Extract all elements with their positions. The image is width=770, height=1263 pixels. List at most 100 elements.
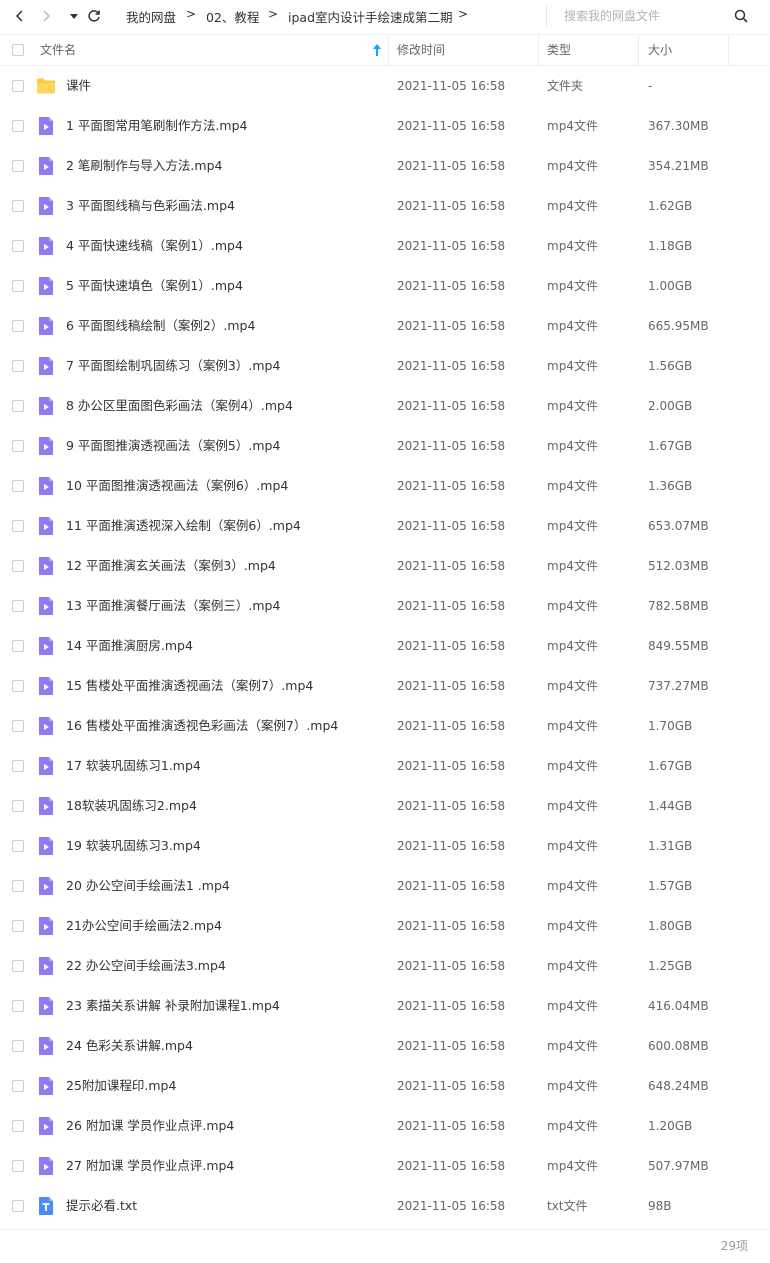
file-name[interactable]: 5 平面快速填色（案例1）.mp4 [66, 266, 243, 306]
file-row[interactable]: 13 平面推演餐厅画法（案例三）.mp4 2021-11-05 16:58 mp4文… [0, 586, 770, 626]
row-checkbox[interactable] [12, 960, 24, 972]
file-name[interactable]: 8 办公区里面图色彩画法（案例4）.mp4 [66, 386, 293, 426]
file-name[interactable]: 15 售楼处平面推演透视画法（案例7）.mp4 [66, 666, 313, 706]
search-button[interactable] [731, 6, 751, 26]
row-checkbox[interactable] [12, 320, 24, 332]
file-row[interactable]: 20 办公空间手绘画法1 .mp4 2021-11-05 16:58 mp4文件 1.… [0, 866, 770, 906]
file-name[interactable]: 6 平面图线稿绘制（案例2）.mp4 [66, 306, 255, 346]
file-name[interactable]: 21办公空间手绘画法2.mp4 [66, 906, 222, 946]
row-checkbox[interactable] [12, 240, 24, 252]
back-button[interactable] [10, 6, 30, 26]
file-name[interactable]: 20 办公空间手绘画法1 .mp4 [66, 866, 230, 906]
row-checkbox[interactable] [12, 440, 24, 452]
file-name[interactable]: 19 软装巩固练习3.mp4 [66, 826, 201, 866]
file-row[interactable]: 2 笔刷制作与导入方法.mp4 2021-11-05 16:58 mp4文件 354.… [0, 146, 770, 186]
file-row[interactable]: 25附加课程印.mp4 2021-11-05 16:58 mp4文件 648.24MB [0, 1066, 770, 1106]
row-checkbox[interactable] [12, 840, 24, 852]
file-row[interactable]: 3 平面图线稿与色彩画法.mp4 2021-11-05 16:58 mp4文件 1.6… [0, 186, 770, 226]
file-name[interactable]: 3 平面图线稿与色彩画法.mp4 [66, 186, 235, 226]
row-checkbox[interactable] [12, 1040, 24, 1052]
file-row[interactable]: 18软装巩固练习2.mp4 2021-11-05 16:58 mp4文件 1.44GB [0, 786, 770, 826]
file-row[interactable]: 课件 2021-11-05 16:58 文件夹 - [0, 66, 770, 106]
sort-ascending-icon[interactable] [371, 43, 383, 57]
file-row[interactable]: 27 附加课 学员作业点评.mp4 2021-11-05 16:58 mp4文件 50… [0, 1146, 770, 1186]
file-row[interactable]: 7 平面图绘制巩固练习（案例3）.mp4 2021-11-05 16:58 mp4文… [0, 346, 770, 386]
file-name[interactable]: 9 平面图推演透视画法（案例5）.mp4 [66, 426, 280, 466]
file-row[interactable]: 8 办公区里面图色彩画法（案例4）.mp4 2021-11-05 16:58 mp4… [0, 386, 770, 426]
breadcrumb-my-drive[interactable]: 我的网盘 [126, 7, 176, 26]
row-checkbox[interactable] [12, 920, 24, 932]
row-checkbox[interactable] [12, 760, 24, 772]
column-header-name[interactable]: 文件名 [40, 35, 76, 65]
file-row[interactable]: 12 平面推演玄关画法（案例3）.mp4 2021-11-05 16:58 mp4文… [0, 546, 770, 586]
file-name[interactable]: 17 软装巩固练习1.mp4 [66, 746, 201, 786]
file-name[interactable]: 1 平面图常用笔刷制作方法.mp4 [66, 106, 247, 146]
file-name[interactable]: 10 平面图推演透视画法（案例6）.mp4 [66, 466, 288, 506]
row-checkbox[interactable] [12, 600, 24, 612]
row-checkbox[interactable] [12, 1080, 24, 1092]
file-name[interactable]: 16 售楼处平面推演透视色彩画法（案例7）.mp4 [66, 706, 338, 746]
row-checkbox[interactable] [12, 640, 24, 652]
history-dropdown-button[interactable] [64, 6, 84, 26]
column-header-size[interactable]: 大小 [648, 35, 672, 65]
column-header-type[interactable]: 类型 [547, 35, 571, 65]
file-row[interactable]: 4 平面快速线稿（案例1）.mp4 2021-11-05 16:58 mp4文件 1.… [0, 226, 770, 266]
file-name[interactable]: 12 平面推演玄关画法（案例3）.mp4 [66, 546, 276, 586]
column-header-modified[interactable]: 修改时间 [397, 35, 445, 65]
file-row[interactable]: 22 办公空间手绘画法3.mp4 2021-11-05 16:58 mp4文件 1.2… [0, 946, 770, 986]
file-name[interactable]: 13 平面推演餐厅画法（案例三）.mp4 [66, 586, 280, 626]
file-name[interactable]: 2 笔刷制作与导入方法.mp4 [66, 146, 222, 186]
row-checkbox[interactable] [12, 480, 24, 492]
row-checkbox[interactable] [12, 120, 24, 132]
breadcrumb-tutorials[interactable]: 02、教程 [206, 7, 259, 26]
row-checkbox[interactable] [12, 1000, 24, 1012]
file-row[interactable]: 26 附加课 学员作业点评.mp4 2021-11-05 16:58 mp4文件 1.… [0, 1106, 770, 1146]
file-row[interactable]: 16 售楼处平面推演透视色彩画法（案例7）.mp4 2021-11-05 16:5… [0, 706, 770, 746]
file-name[interactable]: 27 附加课 学员作业点评.mp4 [66, 1146, 234, 1186]
file-row[interactable]: 9 平面图推演透视画法（案例5）.mp4 2021-11-05 16:58 mp4文… [0, 426, 770, 466]
file-name[interactable]: 4 平面快速线稿（案例1）.mp4 [66, 226, 243, 266]
file-row[interactable]: 15 售楼处平面推演透视画法（案例7）.mp4 2021-11-05 16:58 m… [0, 666, 770, 706]
file-name[interactable]: 23 素描关系讲解 补录附加课程1.mp4 [66, 986, 280, 1026]
file-name[interactable]: 14 平面推演厨房.mp4 [66, 626, 193, 666]
file-row[interactable]: 1 平面图常用笔刷制作方法.mp4 2021-11-05 16:58 mp4文件 36… [0, 106, 770, 146]
file-name[interactable]: 26 附加课 学员作业点评.mp4 [66, 1106, 234, 1146]
row-checkbox[interactable] [12, 200, 24, 212]
select-all-checkbox[interactable] [12, 44, 24, 56]
row-checkbox[interactable] [12, 280, 24, 292]
row-checkbox[interactable] [12, 1160, 24, 1172]
row-checkbox[interactable] [12, 520, 24, 532]
row-checkbox[interactable] [12, 1200, 24, 1212]
file-row[interactable]: 21办公空间手绘画法2.mp4 2021-11-05 16:58 mp4文件 1.80… [0, 906, 770, 946]
breadcrumb-current-folder[interactable]: ipad室内设计手绘速成第二期 [288, 7, 453, 26]
row-checkbox[interactable] [12, 1120, 24, 1132]
file-name[interactable]: 22 办公空间手绘画法3.mp4 [66, 946, 226, 986]
refresh-button[interactable] [84, 6, 104, 26]
file-row[interactable]: 17 软装巩固练习1.mp4 2021-11-05 16:58 mp4文件 1.67G… [0, 746, 770, 786]
file-row[interactable]: 24 色彩关系讲解.mp4 2021-11-05 16:58 mp4文件 600.08… [0, 1026, 770, 1066]
row-checkbox[interactable] [12, 360, 24, 372]
search-input[interactable] [560, 6, 728, 26]
file-row[interactable]: 6 平面图线稿绘制（案例2）.mp4 2021-11-05 16:58 mp4文件 6… [0, 306, 770, 346]
row-checkbox[interactable] [12, 800, 24, 812]
row-checkbox[interactable] [12, 160, 24, 172]
row-checkbox[interactable] [12, 80, 24, 92]
row-checkbox[interactable] [12, 560, 24, 572]
forward-button[interactable] [36, 6, 56, 26]
file-row[interactable]: 14 平面推演厨房.mp4 2021-11-05 16:58 mp4文件 849.55… [0, 626, 770, 666]
file-name[interactable]: 课件 [66, 66, 91, 106]
file-name[interactable]: 25附加课程印.mp4 [66, 1066, 176, 1106]
file-name[interactable]: 提示必看.txt [66, 1186, 137, 1226]
row-checkbox[interactable] [12, 880, 24, 892]
file-name[interactable]: 11 平面推演透视深入绘制（案例6）.mp4 [66, 506, 301, 546]
file-name[interactable]: 24 色彩关系讲解.mp4 [66, 1026, 193, 1066]
file-row[interactable]: 19 软装巩固练习3.mp4 2021-11-05 16:58 mp4文件 1.31G… [0, 826, 770, 866]
row-checkbox[interactable] [12, 400, 24, 412]
row-checkbox[interactable] [12, 680, 24, 692]
file-row[interactable]: 10 平面图推演透视画法（案例6）.mp4 2021-11-05 16:58 mp4… [0, 466, 770, 506]
row-checkbox[interactable] [12, 720, 24, 732]
file-name[interactable]: 18软装巩固练习2.mp4 [66, 786, 197, 826]
file-row[interactable]: 提示必看.txt 2021-11-05 16:58 txt文件 98B [0, 1186, 770, 1226]
file-row[interactable]: 11 平面推演透视深入绘制（案例6）.mp4 2021-11-05 16:58 mp… [0, 506, 770, 546]
file-row[interactable]: 23 素描关系讲解 补录附加课程1.mp4 2021-11-05 16:58 mp4… [0, 986, 770, 1026]
